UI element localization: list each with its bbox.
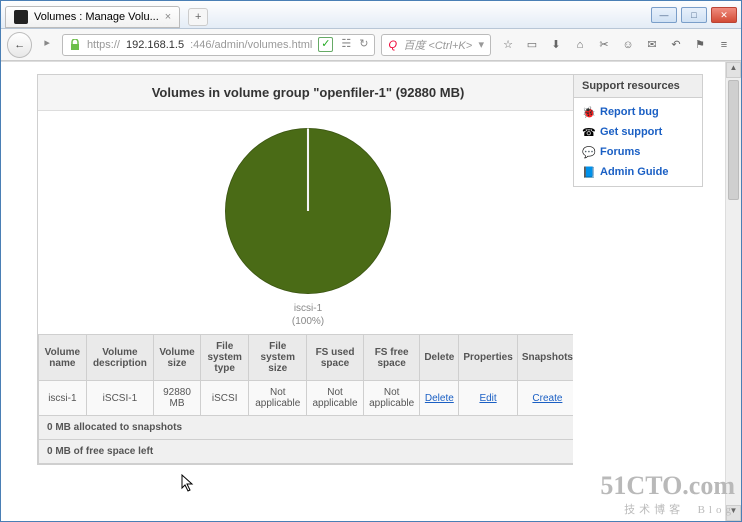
window-titlebar: Volumes : Manage Volu... × + — □ ✕: [1, 1, 741, 29]
edit-link[interactable]: Edit: [479, 393, 496, 404]
forums-icon: 💬: [582, 146, 594, 158]
home-icon[interactable]: ⌂: [573, 38, 587, 52]
td-desc: iSCSI-1: [86, 381, 153, 416]
browser-tab[interactable]: Volumes : Manage Volu... ×: [5, 6, 180, 28]
th-snap: Snapshots: [517, 335, 573, 381]
url-path: :446/admin/volumes.html: [190, 39, 312, 51]
url-host: 192.168.1.5: [126, 39, 184, 51]
th-fstype: File system type: [200, 335, 248, 381]
td-name: iscsi-1: [39, 381, 87, 416]
window-maximize[interactable]: □: [681, 7, 707, 23]
pie-chart-area: iscsi-1 (100%): [38, 111, 573, 334]
search-placeholder: 百度 <Ctrl+K>: [403, 37, 472, 53]
sidebar-item-guide[interactable]: 📘 Admin Guide: [574, 162, 702, 182]
bug-icon: 🐞: [582, 106, 594, 118]
td-fsused: Not applicable: [307, 381, 364, 416]
table-footer-freespace: 0 MB of free space left: [38, 440, 573, 464]
nav-back-button[interactable]: ←: [7, 32, 32, 58]
get-support-link[interactable]: Get support: [600, 126, 662, 138]
search-box[interactable]: Q 百度 <Ctrl+K> ▾: [381, 34, 491, 56]
star-icon[interactable]: ☆: [501, 38, 515, 52]
tab-title: Volumes : Manage Volu...: [34, 11, 159, 23]
window-close[interactable]: ✕: [711, 7, 737, 23]
th-desc: Volume description: [86, 335, 153, 381]
sidebar-item-bug[interactable]: 🐞 Report bug: [574, 102, 702, 122]
volumes-panel: Volumes in volume group "openfiler-1" (9…: [37, 74, 573, 465]
th-delete: Delete: [420, 335, 459, 381]
sidebar-item-support[interactable]: ☎ Get support: [574, 122, 702, 142]
td-fssize: Not applicable: [249, 381, 307, 416]
td-fstype: iSCSI: [200, 381, 248, 416]
pie-chart: [222, 125, 394, 297]
td-snap: Create: [517, 381, 573, 416]
td-delete: Delete: [420, 381, 459, 416]
search-engine-icon: Q: [388, 39, 397, 51]
content: Volumes in volume group "openfiler-1" (9…: [1, 62, 573, 521]
admin-guide-link[interactable]: Admin Guide: [600, 166, 668, 178]
support-title: Support resources: [574, 75, 702, 98]
menu-icon[interactable]: ≡: [717, 38, 731, 52]
window-minimize[interactable]: —: [651, 7, 677, 23]
td-size: 92880 MB: [154, 381, 201, 416]
url-protocol: https://: [87, 39, 120, 51]
support-box: Support resources 🐞 Report bug ☎ Get suppo…: [573, 74, 703, 187]
chart-slice-name: iscsi-1: [294, 303, 322, 314]
download-icon[interactable]: ⬇: [549, 38, 563, 52]
bookmarks-icon[interactable]: ▭: [525, 38, 539, 52]
table-row: iscsi-1 iSCSI-1 92880 MB iSCSI Not appli…: [39, 381, 574, 416]
new-tab-button[interactable]: +: [188, 8, 208, 26]
th-fsused: FS used space: [307, 335, 364, 381]
search-dropdown-icon[interactable]: ▾: [478, 38, 484, 51]
window-buttons: — □ ✕: [651, 7, 737, 23]
guide-icon: 📘: [582, 166, 594, 178]
shield-icon[interactable]: ✓: [318, 37, 333, 52]
tab-favicon: [14, 10, 28, 24]
th-name: Volume name: [39, 335, 87, 381]
browser-toolbar: ← ▸ https:// 192.168.1.5 :446/admin/volume…: [1, 29, 741, 61]
th-fsfree: FS free space: [363, 335, 419, 381]
th-fssize: File system size: [249, 335, 307, 381]
url-bar[interactable]: https:// 192.168.1.5 :446/admin/volumes.ht…: [62, 34, 376, 56]
chat-icon[interactable]: ✉: [645, 38, 659, 52]
table-header-row: Volume name Volume description Volume si…: [39, 335, 574, 381]
lock-icon: [69, 39, 81, 51]
support-sidebar: Support resources 🐞 Report bug ☎ Get suppo…: [573, 74, 703, 521]
nav-forward-button[interactable]: ▸: [38, 36, 56, 54]
scroll-down-button[interactable]: ▼: [726, 505, 741, 521]
sidebar-item-forums[interactable]: 💬 Forums: [574, 142, 702, 162]
screenshot-icon[interactable]: ✂: [597, 38, 611, 52]
table-footer-snapshots: 0 MB allocated to snapshots: [38, 416, 573, 440]
vertical-scrollbar[interactable]: ▲ ▼: [725, 62, 741, 521]
th-props: Properties: [459, 335, 517, 381]
smile-icon[interactable]: ☺: [621, 38, 635, 52]
scroll-up-button[interactable]: ▲: [726, 62, 741, 78]
volumes-table: Volume name Volume description Volume si…: [38, 334, 573, 416]
undo-icon[interactable]: ↶: [669, 38, 683, 52]
report-bug-link[interactable]: Report bug: [600, 106, 659, 118]
reload-icon[interactable]: ↻: [359, 37, 368, 52]
tab-close-icon[interactable]: ×: [165, 11, 171, 23]
chart-label: iscsi-1 (100%): [38, 302, 573, 328]
forums-link[interactable]: Forums: [600, 146, 640, 158]
flag-icon[interactable]: ⚑: [693, 38, 707, 52]
page-title: Volumes in volume group "openfiler-1" (9…: [38, 75, 573, 111]
reader-icon[interactable]: ☵: [341, 37, 351, 52]
delete-link[interactable]: Delete: [425, 393, 454, 404]
mouse-cursor-icon: [181, 474, 195, 492]
th-size: Volume size: [154, 335, 201, 381]
create-snapshot-link[interactable]: Create: [532, 393, 562, 404]
td-props: Edit: [459, 381, 517, 416]
page: Volumes in volume group "openfiler-1" (9…: [1, 61, 741, 521]
scroll-thumb[interactable]: [728, 80, 739, 200]
td-fsfree: Not applicable: [363, 381, 419, 416]
chart-slice-pct: (100%): [292, 316, 324, 327]
toolbar-icons: ☆ ▭ ⬇ ⌂ ✂ ☺ ✉ ↶ ⚑ ≡: [497, 38, 735, 52]
support-icon: ☎: [582, 126, 594, 138]
